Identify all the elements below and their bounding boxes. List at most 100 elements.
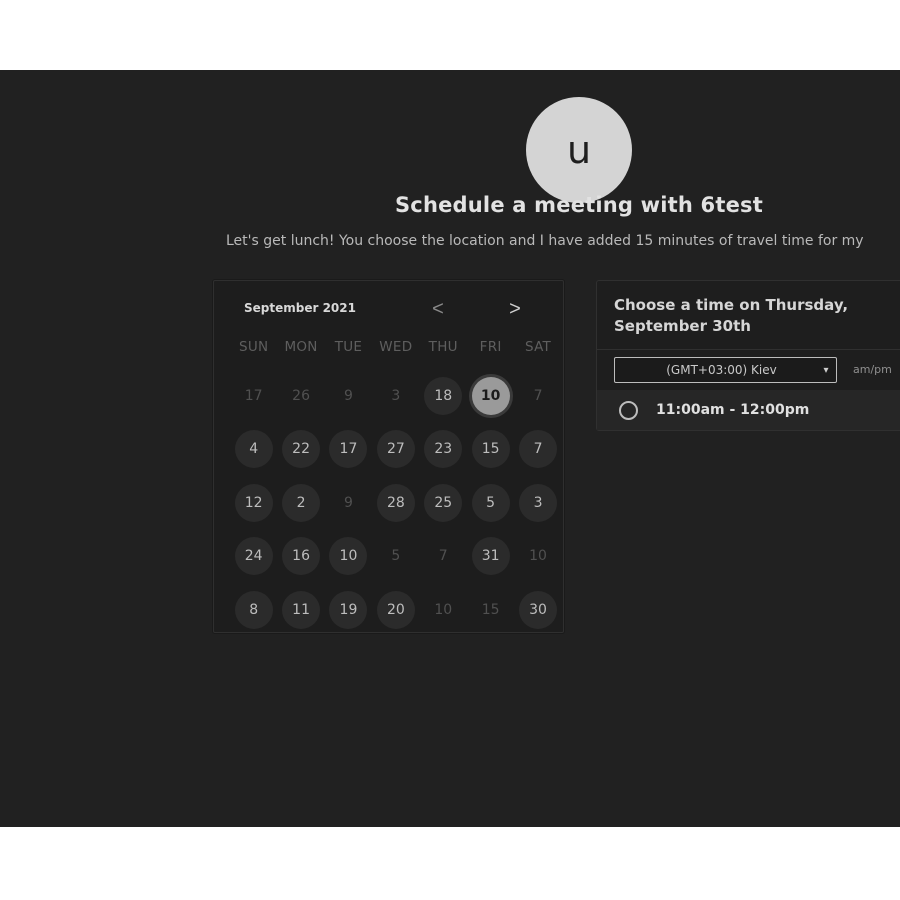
calendar-day: 9 — [325, 369, 372, 423]
calendar-day[interactable]: 7 — [514, 423, 561, 477]
time-slot-option[interactable]: 11:00am - 12:00pm — [597, 390, 900, 430]
calendar-day[interactable]: 19 — [325, 583, 372, 637]
chevron-right-icon: > — [509, 297, 521, 320]
calendar-day-number: 27 — [376, 430, 415, 469]
radio-circle-icon[interactable] — [619, 400, 638, 420]
calendar-day-number: 10 — [529, 548, 547, 565]
calendar-day[interactable]: 3 — [514, 476, 561, 530]
calendar-day-number: 25 — [424, 483, 463, 522]
calendar-day-number: 18 — [424, 376, 463, 415]
calendar-day[interactable]: 15 — [467, 423, 514, 477]
calendar-day[interactable]: 23 — [420, 423, 467, 477]
page-title: Schedule a meeting with 6test — [394, 193, 763, 217]
calendar-day[interactable]: 25 — [420, 476, 467, 530]
next-month-button[interactable]: > — [501, 295, 529, 323]
calendar-day-number: 12 — [234, 483, 273, 522]
calendar-day: 3 — [372, 369, 419, 423]
calendar-day-number: 3 — [391, 387, 401, 404]
calendar-day: 10 — [420, 583, 467, 637]
calendar-day-number: 7 — [438, 548, 448, 565]
calendar-day-number: 24 — [234, 537, 273, 576]
calendar-day-number: 10 — [329, 537, 368, 576]
weekday-label: THU — [428, 339, 458, 355]
calendar-day-number: 10 — [434, 601, 453, 618]
calendar-day-number: 26 — [292, 387, 310, 404]
calendar-day[interactable]: 28 — [372, 476, 419, 530]
calendar-day-number: 15 — [481, 601, 500, 618]
calendar-day[interactable]: 20 — [372, 583, 419, 637]
host-avatar: u — [526, 97, 632, 203]
calendar-day[interactable]: 10 — [325, 530, 372, 584]
time-slot-label: 11:00am - 12:00pm — [656, 402, 810, 418]
calendar-day: 17 — [230, 369, 277, 423]
calendar-day-number: 5 — [471, 483, 510, 522]
calendar-day: 10 — [514, 530, 561, 584]
calendar-day-number: 30 — [519, 590, 558, 629]
calendar-day[interactable]: 27 — [372, 423, 419, 477]
weekday-label: SAT — [524, 339, 552, 355]
calendar-day-number: 31 — [471, 537, 510, 576]
calendar-day-number: 4 — [234, 430, 273, 469]
calendar-day-number: 8 — [234, 590, 273, 629]
calendar-day-number: 9 — [344, 494, 353, 511]
weekday-label: MON — [284, 339, 318, 355]
time-selection-panel: Choose a time on Thursday, September 30t… — [596, 280, 900, 431]
calendar-day-number: 7 — [519, 430, 558, 469]
caret-down-icon: ▾ — [823, 364, 829, 376]
calendar-day[interactable]: 31 — [467, 530, 514, 584]
time-format-toggle[interactable]: am/pm — [853, 363, 892, 376]
calendar-day-selected[interactable]: 10 — [467, 369, 514, 423]
calendar-day: 26 — [277, 369, 324, 423]
calendar-day[interactable]: 2 — [277, 476, 324, 530]
calendar-day-number: 11 — [282, 590, 321, 629]
calendar-day-number: 10 — [471, 376, 510, 415]
previous-month-button[interactable]: < — [424, 295, 452, 323]
calendar-day-number: 3 — [519, 483, 558, 522]
date-picker-calendar: September 2021 < > SUN MON TUE WED THU FRI SAT… — [213, 280, 564, 633]
calendar-day-number: 16 — [282, 537, 321, 576]
calendar-day-number: 17 — [244, 387, 263, 404]
calendar-day: 7 — [420, 530, 467, 584]
calendar-day[interactable]: 17 — [325, 423, 372, 477]
calendar-day-number: 7 — [533, 387, 543, 404]
weekday-label: SUN — [238, 339, 269, 355]
timezone-value: (GMT+03:00) Kiev — [666, 363, 777, 377]
calendar-day[interactable]: 24 — [230, 530, 277, 584]
calendar-day-number: 20 — [376, 590, 415, 629]
timezone-select[interactable]: (GMT+03:00) Kiev ▾ — [614, 357, 837, 383]
calendar-day[interactable]: 12 — [230, 476, 277, 530]
calendar-day[interactable]: 22 — [277, 423, 324, 477]
calendar-day-number: 15 — [471, 430, 510, 469]
calendar-day[interactable]: 5 — [467, 476, 514, 530]
calendar-day-number: 19 — [329, 590, 368, 629]
calendar-month-label: September 2021 — [244, 301, 356, 315]
calendar-day[interactable]: 18 — [420, 369, 467, 423]
weekday-header-row: SUN MON TUE WED THU FRI SAT — [230, 339, 562, 355]
calendar-day-number: 17 — [329, 430, 368, 469]
calendar-day[interactable]: 30 — [514, 583, 561, 637]
weekday-label: FRI — [479, 339, 502, 355]
calendar-day: 9 — [325, 476, 372, 530]
calendar-day: 7 — [514, 369, 561, 423]
time-panel-heading: Choose a time on Thursday, September 30t… — [614, 296, 849, 335]
scheduling-panel: u Schedule a meeting with 6test Let's ge… — [0, 70, 900, 827]
calendar-day-number: 22 — [282, 430, 321, 469]
divider — [597, 349, 900, 350]
calendar-day-grid: 17 26 9 3 18 10 7 4 22 17 27 23 15 7 12 2 9 28 25 5 3 24 16 10 5… — [230, 369, 562, 637]
calendar-day-number: 5 — [391, 548, 401, 565]
avatar-initial: u — [566, 128, 592, 172]
calendar-day: 15 — [467, 583, 514, 637]
calendar-day[interactable]: 11 — [277, 583, 324, 637]
meeting-description: Let's get lunch! You choose the location… — [226, 233, 864, 249]
calendar-day: 5 — [372, 530, 419, 584]
chevron-left-icon: < — [432, 297, 444, 320]
calendar-day[interactable]: 8 — [230, 583, 277, 637]
calendar-day-number: 23 — [424, 430, 463, 469]
calendar-day-number: 2 — [282, 483, 321, 522]
calendar-day-number: 28 — [376, 483, 415, 522]
calendar-day[interactable]: 4 — [230, 423, 277, 477]
calendar-day-number: 9 — [344, 387, 353, 404]
weekday-label: WED — [379, 339, 413, 355]
weekday-label: TUE — [334, 339, 363, 355]
calendar-day[interactable]: 16 — [277, 530, 324, 584]
